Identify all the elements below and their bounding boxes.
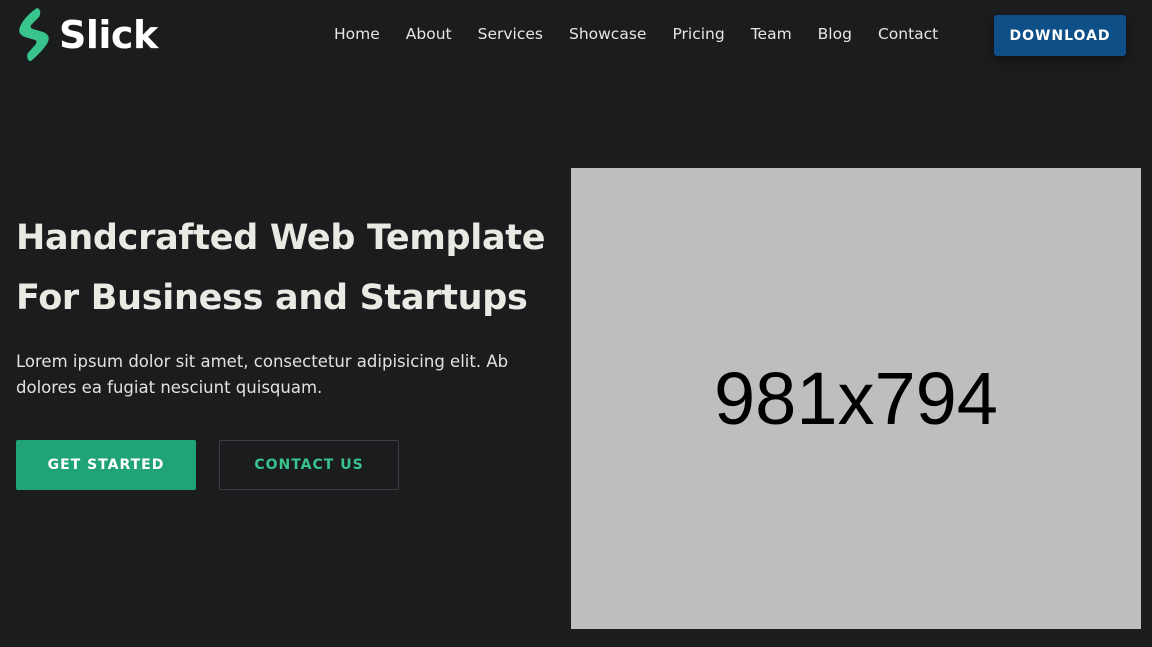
- nav-contact[interactable]: Contact: [878, 22, 938, 46]
- site-header: Slick Home About Services Showcase Prici…: [0, 0, 1152, 70]
- nav-services[interactable]: Services: [478, 22, 543, 46]
- main-nav: Home About Services Showcase Pricing Tea…: [334, 22, 964, 46]
- lightning-bolt-icon: [19, 8, 49, 62]
- landing-page: Slick Home About Services Showcase Prici…: [0, 0, 1152, 647]
- hero-description: Lorem ipsum dolor sit amet, consectetur …: [16, 352, 509, 397]
- nav-blog[interactable]: Blog: [818, 22, 852, 46]
- brand-name: Slick: [59, 13, 158, 57]
- hero-title-line-2: For Business and Startups: [16, 278, 528, 318]
- get-started-button[interactable]: GET STARTED: [16, 440, 196, 490]
- nav-showcase[interactable]: Showcase: [569, 22, 646, 46]
- brand-logo[interactable]: Slick: [17, 7, 158, 63]
- nav-pricing[interactable]: Pricing: [672, 22, 724, 46]
- hero-title-line-1: Handcrafted Web Template: [16, 218, 546, 258]
- contact-us-button[interactable]: CONTACT US: [219, 440, 399, 490]
- hero-image-placeholder: 981x794: [571, 168, 1141, 629]
- nav-about[interactable]: About: [406, 22, 452, 46]
- image-placeholder-label: 981x794: [714, 357, 998, 440]
- hero-title: Handcrafted Web Template For Business an…: [16, 208, 564, 328]
- nav-team[interactable]: Team: [751, 22, 792, 46]
- nav-home[interactable]: Home: [334, 22, 380, 46]
- download-button[interactable]: DOWNLOAD: [994, 15, 1126, 56]
